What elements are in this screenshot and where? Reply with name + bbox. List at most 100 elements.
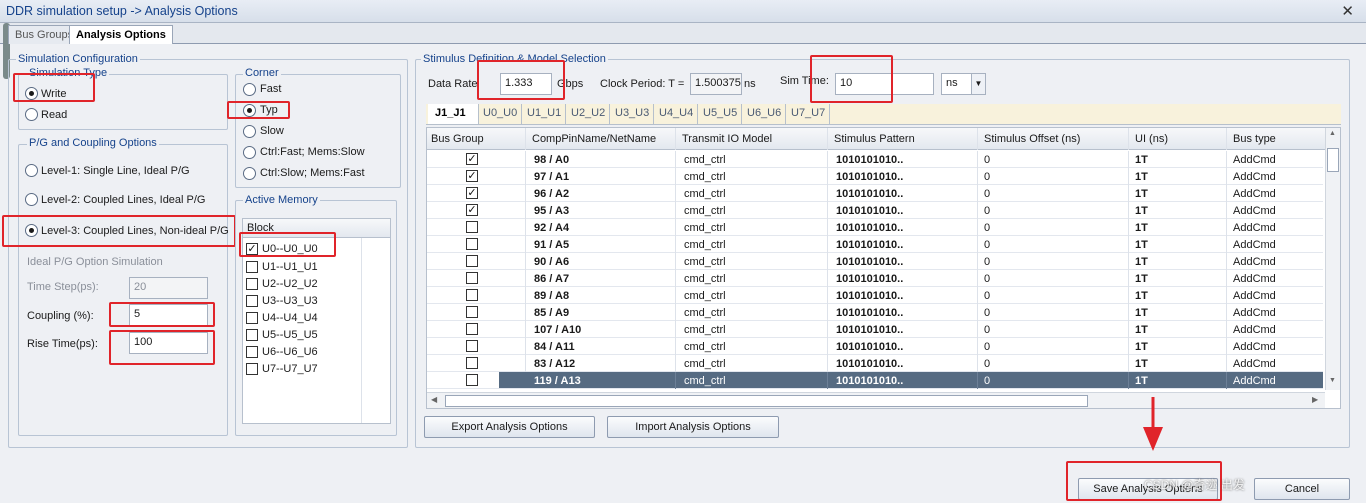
radio-level-1[interactable] bbox=[25, 164, 38, 177]
col-bus-type[interactable]: Bus type bbox=[1227, 128, 1327, 150]
row-checkbox-cell bbox=[427, 321, 526, 338]
block-checkbox-u3[interactable] bbox=[246, 295, 258, 307]
row-checkbox[interactable] bbox=[466, 255, 478, 267]
time-step-field[interactable]: 20 bbox=[129, 277, 208, 299]
scroll-up-icon[interactable]: ▲ bbox=[1329, 130, 1336, 137]
subtab-u6[interactable]: U6_U6 bbox=[743, 104, 787, 124]
table-row[interactable]: 89 / A8 cmd_ctrl 1010101010.. 0 1T AddCm… bbox=[427, 287, 1327, 304]
chevron-down-icon[interactable]: ▼ bbox=[971, 74, 985, 94]
table-row[interactable]: 86 / A7 cmd_ctrl 1010101010.. 0 1T AddCm… bbox=[427, 270, 1327, 287]
subtab-u5[interactable]: U5_U5 bbox=[699, 104, 743, 124]
cancel-button[interactable]: Cancel bbox=[1254, 478, 1350, 500]
ui-cell: 1T bbox=[1129, 185, 1227, 202]
subtab-u3[interactable]: U3_U3 bbox=[611, 104, 655, 124]
radio-ctrl-fast-mems-slow[interactable] bbox=[243, 146, 256, 159]
table-row[interactable]: ✓ 95 / A3 cmd_ctrl 1010101010.. 0 1T Add… bbox=[427, 202, 1327, 219]
block-item-u7: U7--U7_U7 bbox=[262, 363, 318, 375]
table-row[interactable]: 92 / A4 cmd_ctrl 1010101010.. 0 1T AddCm… bbox=[427, 219, 1327, 236]
table-row[interactable]: 90 / A6 cmd_ctrl 1010101010.. 0 1T AddCm… bbox=[427, 253, 1327, 270]
export-analysis-options-button[interactable]: Export Analysis Options bbox=[424, 416, 595, 438]
row-checkbox[interactable] bbox=[466, 289, 478, 301]
row-checkbox[interactable] bbox=[466, 323, 478, 335]
col-comp-pin[interactable]: CompPinName/NetName bbox=[526, 128, 676, 150]
tab-analysis-options[interactable]: Analysis Options bbox=[69, 25, 173, 44]
block-checkbox-u7[interactable] bbox=[246, 363, 258, 375]
table-row[interactable]: 91 / A5 cmd_ctrl 1010101010.. 0 1T AddCm… bbox=[427, 236, 1327, 253]
scroll-left-icon[interactable]: ◀ bbox=[431, 395, 437, 404]
radio-level-2[interactable] bbox=[25, 193, 38, 206]
col-stimulus-offset[interactable]: Stimulus Offset (ns) bbox=[978, 128, 1129, 150]
device-tabs: J1_J1 U0_U0 U1_U1 U2_U2 U3_U3 U4_U4 U5_U… bbox=[426, 104, 1341, 125]
pattern-cell: 1010101010.. bbox=[828, 202, 978, 219]
col-ui[interactable]: UI (ns) bbox=[1129, 128, 1227, 150]
net-name-cell: 86 / A7 bbox=[526, 270, 676, 287]
block-item-u4: U4--U4_U4 bbox=[262, 312, 318, 324]
table-row-selected[interactable]: 119 / A13 cmd_ctrl 1010101010.. 0 1T Add… bbox=[427, 372, 1327, 389]
col-transmit-io-model[interactable]: Transmit IO Model bbox=[676, 128, 828, 150]
grid-vertical-scrollbar[interactable]: ▲ ▼ bbox=[1325, 128, 1340, 390]
ui-cell: 1T bbox=[1129, 287, 1227, 304]
subtab-u1[interactable]: U1_U1 bbox=[523, 104, 567, 124]
table-row[interactable]: 85 / A9 cmd_ctrl 1010101010.. 0 1T AddCm… bbox=[427, 304, 1327, 321]
radio-fast[interactable] bbox=[243, 83, 256, 96]
bus-type-cell: AddCmd bbox=[1227, 151, 1327, 168]
row-checkbox[interactable] bbox=[466, 340, 478, 352]
row-checkbox[interactable] bbox=[466, 306, 478, 318]
table-row[interactable]: 84 / A11 cmd_ctrl 1010101010.. 0 1T AddC… bbox=[427, 338, 1327, 355]
ideal-pg-sim-label: Ideal P/G Option Simulation bbox=[27, 256, 163, 268]
table-row[interactable]: ✓ 96 / A2 cmd_ctrl 1010101010.. 0 1T Add… bbox=[427, 185, 1327, 202]
net-name-cell: 98 / A0 bbox=[526, 151, 676, 168]
net-name-cell: 97 / A1 bbox=[526, 168, 676, 185]
table-row[interactable]: ✓ 98 / A0 cmd_ctrl 1010101010.. 0 1T Add… bbox=[427, 151, 1327, 168]
subtab-u0[interactable]: U0_U0 bbox=[479, 104, 523, 124]
grid-header: Bus Group CompPinName/NetName Transmit I… bbox=[427, 128, 1327, 150]
radio-ctrl-slow-mems-fast[interactable] bbox=[243, 167, 256, 180]
bus-type-cell: AddCmd bbox=[1227, 168, 1327, 185]
model-cell: cmd_ctrl bbox=[676, 236, 828, 253]
row-checkbox[interactable] bbox=[466, 221, 478, 233]
subtab-u7[interactable]: U7_U7 bbox=[787, 104, 831, 124]
sim-time-unit-select[interactable]: ns ▼ bbox=[941, 73, 986, 95]
scrollbar-thumb[interactable] bbox=[1327, 148, 1339, 172]
block-checkbox-u2[interactable] bbox=[246, 278, 258, 290]
scroll-down-icon[interactable]: ▼ bbox=[1329, 377, 1336, 384]
row-checkbox-cell bbox=[427, 355, 526, 372]
grid-horizontal-scrollbar[interactable]: ◀ ▶ bbox=[427, 392, 1325, 408]
row-checkbox[interactable]: ✓ bbox=[466, 204, 478, 216]
block-checkbox-u6[interactable] bbox=[246, 346, 258, 358]
row-checkbox[interactable] bbox=[466, 238, 478, 250]
table-row[interactable]: 107 / A10 cmd_ctrl 1010101010.. 0 1T Add… bbox=[427, 321, 1327, 338]
col-bus-group[interactable]: Bus Group bbox=[427, 128, 526, 150]
row-checkbox[interactable] bbox=[466, 374, 478, 386]
subtab-u4[interactable]: U4_U4 bbox=[655, 104, 699, 124]
block-checkbox-u5[interactable] bbox=[246, 329, 258, 341]
model-cell: cmd_ctrl bbox=[676, 202, 828, 219]
clock-period-unit: ns bbox=[744, 78, 756, 90]
table-row[interactable]: ✓ 97 / A1 cmd_ctrl 1010101010.. 0 1T Add… bbox=[427, 168, 1327, 185]
row-checkbox[interactable]: ✓ bbox=[466, 170, 478, 182]
model-cell: cmd_ctrl bbox=[676, 287, 828, 304]
row-checkbox[interactable]: ✓ bbox=[466, 153, 478, 165]
row-checkbox[interactable] bbox=[466, 272, 478, 284]
radio-read[interactable] bbox=[25, 108, 38, 121]
annotation-box bbox=[477, 60, 565, 100]
annotation-box bbox=[109, 302, 215, 327]
import-analysis-options-button[interactable]: Import Analysis Options bbox=[607, 416, 779, 438]
scroll-right-icon[interactable]: ▶ bbox=[1312, 395, 1318, 404]
ui-cell: 1T bbox=[1129, 202, 1227, 219]
row-checkbox-cell bbox=[427, 236, 526, 253]
close-icon[interactable]: ✕ bbox=[1341, 2, 1354, 20]
offset-cell: 0 bbox=[978, 202, 1129, 219]
subtab-u2[interactable]: U2_U2 bbox=[567, 104, 611, 124]
block-checkbox-u1[interactable] bbox=[246, 261, 258, 273]
radio-slow[interactable] bbox=[243, 125, 256, 138]
row-checkbox[interactable] bbox=[466, 357, 478, 369]
scrollbar-h-thumb[interactable] bbox=[445, 395, 1088, 407]
arrow-head bbox=[1143, 427, 1163, 451]
row-checkbox[interactable]: ✓ bbox=[466, 187, 478, 199]
col-stimulus-pattern[interactable]: Stimulus Pattern bbox=[828, 128, 978, 150]
table-row[interactable]: 83 / A12 cmd_ctrl 1010101010.. 0 1T AddC… bbox=[427, 355, 1327, 372]
subtab-j1[interactable]: J1_J1 bbox=[428, 104, 479, 124]
block-item-u1: U1--U1_U1 bbox=[262, 261, 318, 273]
block-checkbox-u4[interactable] bbox=[246, 312, 258, 324]
